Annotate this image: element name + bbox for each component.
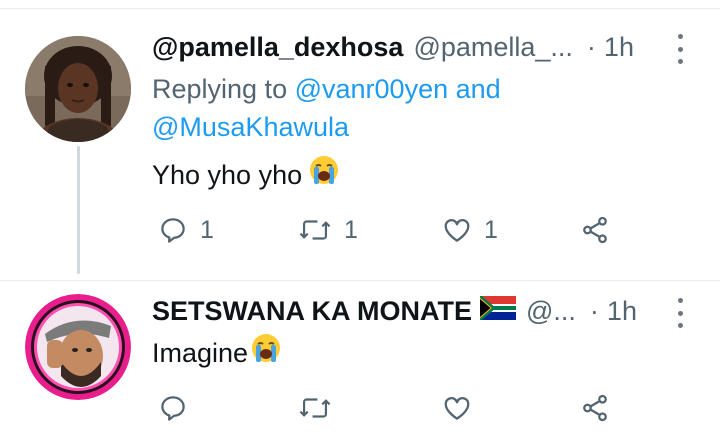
tweet-header: @pamella_dexhosa @pamella_... · 1h bbox=[152, 30, 634, 64]
separator-dot: · bbox=[586, 31, 596, 62]
tweet-actions: 1 1 1 bbox=[152, 210, 672, 250]
tweet-header: SETSWANA KA MONATE @... · 1h bbox=[152, 294, 637, 328]
top-divider bbox=[0, 8, 720, 9]
replying-and: and bbox=[455, 74, 501, 104]
mention-link[interactable]: @vanr00yen bbox=[295, 74, 449, 104]
timestamp[interactable]: 1h bbox=[604, 32, 634, 63]
heart-icon bbox=[442, 215, 472, 245]
user-handle[interactable]: @... bbox=[526, 296, 576, 327]
more-options-icon[interactable] bbox=[672, 34, 688, 64]
share-button[interactable] bbox=[580, 388, 610, 428]
retweet-button[interactable]: 1 bbox=[298, 210, 358, 250]
retweet-icon bbox=[298, 393, 332, 423]
tweet-actions bbox=[152, 388, 672, 428]
tweet-text-content: Yho yho yho bbox=[152, 160, 303, 190]
like-count: 1 bbox=[484, 215, 498, 244]
retweet-count: 1 bbox=[344, 215, 358, 244]
reply-count: 1 bbox=[200, 215, 214, 244]
separator-dot: · bbox=[589, 295, 599, 326]
share-button[interactable] bbox=[580, 210, 610, 250]
retweet-button[interactable] bbox=[298, 388, 344, 428]
share-icon bbox=[580, 393, 610, 423]
tweet-text: Yho yho yho bbox=[152, 154, 340, 196]
replying-to-label: Replying to bbox=[152, 74, 288, 104]
loudly-crying-face-icon bbox=[250, 332, 282, 374]
mention-link[interactable]: @MusaKhawula bbox=[152, 108, 349, 146]
loudly-crying-face-icon bbox=[308, 154, 340, 196]
heart-icon bbox=[442, 393, 472, 423]
display-name[interactable]: @pamella_dexhosa bbox=[152, 32, 403, 63]
reply-button[interactable] bbox=[158, 388, 200, 428]
tweet-divider bbox=[0, 280, 720, 281]
timestamp[interactable]: 1h bbox=[607, 296, 637, 327]
reply-icon bbox=[158, 215, 188, 245]
display-name[interactable]: SETSWANA KA MONATE bbox=[152, 296, 472, 327]
avatar[interactable] bbox=[25, 36, 131, 142]
tweet-text: Imagine bbox=[152, 332, 282, 374]
replying-to: Replying to @vanr00yen and bbox=[152, 70, 501, 108]
thread-connector-line bbox=[77, 146, 80, 274]
like-button[interactable] bbox=[442, 388, 484, 428]
tweet-text-content: Imagine bbox=[152, 338, 249, 368]
retweet-icon bbox=[298, 215, 332, 245]
reply-button[interactable]: 1 bbox=[158, 210, 214, 250]
avatar[interactable] bbox=[25, 294, 131, 400]
like-button[interactable]: 1 bbox=[442, 210, 498, 250]
more-options-icon[interactable] bbox=[672, 298, 688, 328]
south-africa-flag-icon bbox=[479, 294, 516, 327]
share-icon bbox=[580, 215, 610, 245]
reply-icon bbox=[158, 393, 188, 423]
user-handle[interactable]: @pamella_... bbox=[413, 32, 572, 63]
